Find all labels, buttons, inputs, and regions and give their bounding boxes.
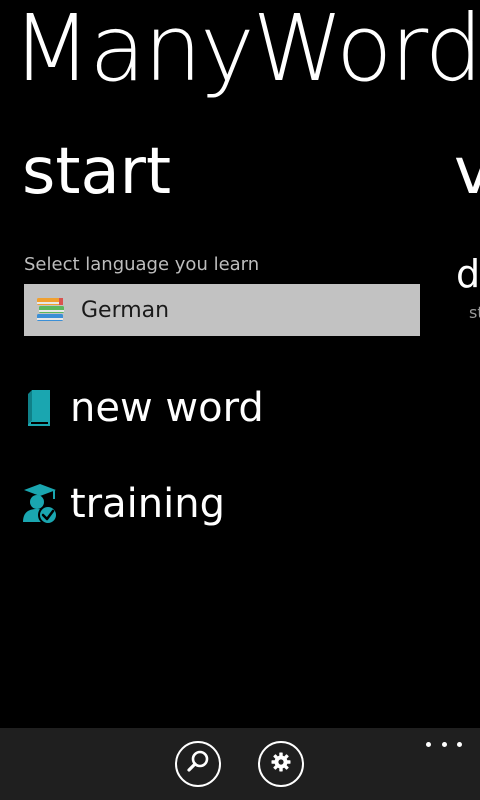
language-selected-value: German <box>81 297 170 323</box>
book-icon <box>16 384 64 432</box>
menu-item-new-word[interactable]: new word <box>16 380 264 436</box>
search-icon <box>185 749 211 779</box>
pivot-header-next[interactable]: v <box>454 136 480 208</box>
menu-item-label: new word <box>70 385 264 431</box>
language-selector[interactable]: German <box>24 284 420 336</box>
more-dot <box>457 741 462 747</box>
books-icon <box>34 293 68 327</box>
app-title: ManyWords <box>12 0 480 102</box>
app-screen: ManyWords start v Select language you le… <box>0 0 480 800</box>
pivot-header-start[interactable]: start <box>22 136 171 208</box>
app-bar <box>0 728 480 800</box>
more-menu-button[interactable] <box>426 736 462 752</box>
peek-item-title[interactable]: d <box>456 252 480 296</box>
menu-item-training[interactable]: training <box>16 476 225 532</box>
search-button[interactable] <box>175 741 221 787</box>
settings-button[interactable] <box>258 741 304 787</box>
menu-item-label: training <box>70 481 225 527</box>
peek-item-subtitle: st <box>469 303 480 322</box>
more-dot <box>441 741 447 747</box>
graduate-check-icon <box>16 480 64 528</box>
gear-icon <box>269 750 293 778</box>
language-label: Select language you learn <box>24 254 260 275</box>
more-dot <box>426 741 431 747</box>
